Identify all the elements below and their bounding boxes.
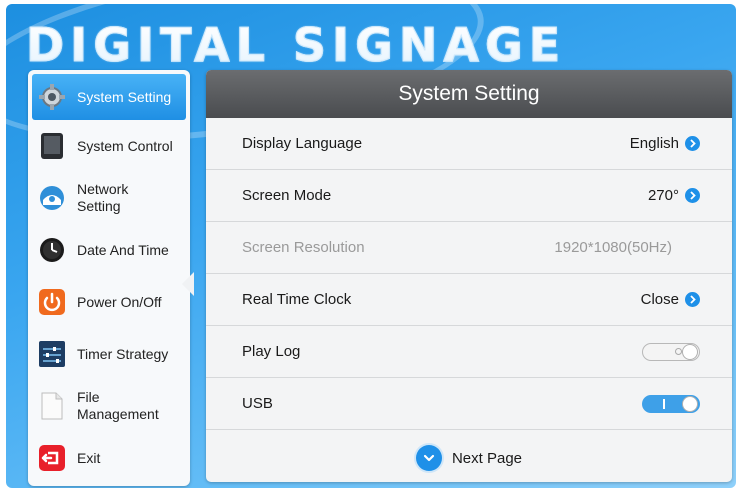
sidebar-item-label: System Control (77, 137, 173, 154)
row-label: USB (242, 395, 273, 412)
chevron-right-icon[interactable] (685, 188, 700, 203)
sidebar-item-label: Power On/Off (77, 293, 162, 310)
row-play-log: Play Log (206, 326, 732, 378)
chevron-right-icon[interactable] (685, 136, 700, 151)
file-icon (37, 391, 67, 421)
row-usb: USB (206, 378, 732, 430)
chevron-right-icon[interactable] (685, 292, 700, 307)
row-screen-resolution: Screen Resolution 1920*1080(50Hz) (206, 222, 732, 274)
sidebar-item-file-management[interactable]: File Management (32, 382, 186, 430)
sidebar-item-date-and-time[interactable]: Date And Time (32, 226, 186, 274)
sidebar-item-system-setting[interactable]: System Setting (32, 74, 186, 120)
row-label: Play Log (242, 343, 301, 360)
tablet-icon (37, 131, 67, 161)
row-value: Close (640, 291, 679, 308)
next-page-label: Next Page (451, 449, 523, 467)
row-real-time-clock[interactable]: Real Time Clock Close (206, 274, 732, 326)
row-value: English (629, 135, 679, 152)
sidebar-item-label: Network Setting (77, 181, 129, 214)
next-page-button[interactable]: Next Page (206, 434, 732, 482)
sidebar-item-exit[interactable]: Exit (32, 434, 186, 482)
row-value: 270° (647, 187, 679, 204)
network-icon (37, 183, 67, 213)
sidebar-item-power-on-off[interactable]: Power On/Off (32, 278, 186, 326)
sidebar-item-label: Date And Time (77, 241, 169, 258)
chevron-down-icon (415, 445, 442, 471)
exit-icon (37, 443, 67, 473)
sidebar-item-label: Exit (77, 449, 101, 466)
panel-title: System Setting (206, 70, 732, 118)
screen: DIGITAL SIGNAGE System Setting System Co… (6, 4, 736, 488)
sidebar-item-timer-strategy[interactable]: Timer Strategy (32, 330, 186, 378)
row-label: Display Language (242, 135, 363, 152)
gear-icon (37, 82, 67, 112)
row-label: Screen Mode (242, 187, 332, 204)
sliders-icon (37, 339, 67, 369)
sidebar-item-system-control[interactable]: System Control (32, 122, 186, 170)
row-label: Screen Resolution (242, 239, 365, 256)
row-screen-mode[interactable]: Screen Mode 270° (206, 170, 732, 222)
clock-icon (37, 235, 67, 265)
power-icon (37, 287, 67, 317)
sidebar: System Setting System Control Network Se… (28, 70, 190, 486)
usb-toggle[interactable] (642, 394, 700, 413)
row-label: Real Time Clock (242, 291, 352, 308)
row-value: 1920*1080(50Hz) (554, 239, 672, 256)
play-log-toggle[interactable] (642, 342, 700, 361)
sidebar-item-label: File Management (77, 389, 159, 422)
settings-panel: System Setting Display Language English … (206, 70, 732, 482)
sidebar-item-label: System Setting (77, 88, 172, 105)
sidebar-item-label: Timer Strategy (77, 345, 169, 362)
active-pointer (182, 272, 194, 296)
row-display-language[interactable]: Display Language English (206, 118, 732, 170)
sidebar-item-network-setting[interactable]: Network Setting (32, 174, 186, 222)
brand-logo: DIGITAL SIGNAGE (25, 18, 567, 73)
